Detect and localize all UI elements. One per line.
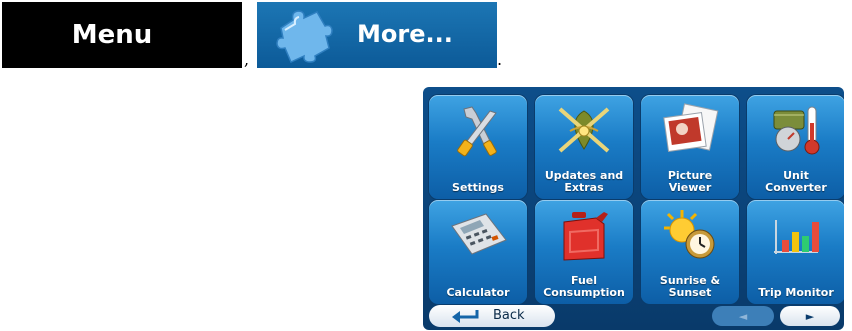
back-button[interactable]: Back	[429, 305, 555, 327]
fuel-can-icon	[563, 212, 608, 261]
picture-viewer-icon	[663, 103, 719, 153]
tile-label: Unit Converter	[765, 169, 827, 194]
tile-picture-viewer[interactable]: Picture Viewer	[641, 95, 739, 199]
trip-monitor-icon	[774, 220, 819, 254]
tile-label: Calculator	[446, 286, 510, 299]
settings-icon	[457, 106, 497, 157]
updates-icon	[558, 107, 610, 153]
tile-label: Picture Viewer	[667, 169, 713, 194]
tile-trip-monitor[interactable]: Trip Monitor	[747, 200, 844, 304]
more-menu-screen: Settings Updates and Extras Picture View…	[423, 87, 844, 330]
tile-updates-extras[interactable]: Updates and Extras	[535, 95, 633, 199]
tile-sunrise-sunset[interactable]: Sunrise & Sunset	[641, 200, 739, 304]
unit-converter-icon	[773, 106, 820, 155]
period-separator: .	[497, 50, 503, 69]
next-page-button[interactable]: ►	[780, 306, 840, 326]
tile-settings[interactable]: Settings	[429, 95, 527, 199]
more-button[interactable]: More...	[257, 2, 497, 68]
previous-page-button[interactable]: ◄	[712, 306, 774, 326]
sunrise-sunset-icon	[664, 210, 715, 259]
tile-calculator[interactable]: Calculator	[429, 200, 527, 304]
tile-label: Trip Monitor	[758, 286, 834, 299]
comma-separator: ,	[244, 50, 250, 69]
back-button-label: Back	[493, 308, 525, 323]
return-arrow-icon	[452, 310, 479, 323]
tile-label: Settings	[452, 181, 504, 194]
tile-unit-converter[interactable]: Unit Converter	[747, 95, 844, 199]
puzzle-piece-icon	[276, 10, 333, 64]
calculator-icon	[451, 213, 507, 255]
tile-label: Sunrise & Sunset	[659, 274, 721, 299]
more-button-label: More...	[357, 20, 453, 48]
menu-button[interactable]: Menu	[2, 2, 242, 68]
tile-fuel-consumption[interactable]: Fuel Consumption	[535, 200, 633, 304]
tile-label: Fuel Consumption	[543, 274, 625, 299]
tile-label: Updates and Extras	[544, 169, 624, 194]
